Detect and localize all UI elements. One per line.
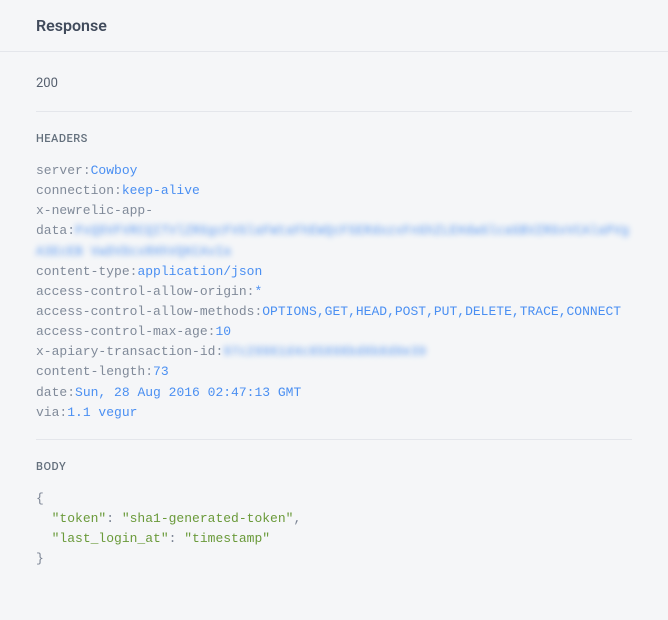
header-key: date [36, 385, 67, 400]
response-title: Response [36, 16, 632, 35]
response-body: { "token": "sha1-generated-token", "last… [36, 489, 632, 570]
headers-list: server:Cowboy connection:keep-alive x-ne… [36, 161, 632, 440]
header-value: OPTIONS,GET,HEAD,POST,PUT,DELETE,TRACE,C… [262, 304, 621, 319]
body-value: "sha1-generated-token" [122, 511, 294, 526]
status-code: 200 [36, 76, 632, 112]
response-content: 200 HEADERS server:Cowboy connection:kee… [0, 52, 668, 609]
header-key: server [36, 163, 83, 178]
header-key: connection [36, 183, 114, 198]
header-key: x-newrelic-app- [36, 203, 153, 218]
response-header: Response [0, 0, 668, 52]
header-key: access-control-max-age [36, 324, 208, 339]
header-key: data [36, 223, 67, 238]
header-row: x-apiary-transaction-id:97c29961d4c85898… [36, 342, 632, 362]
header-value-redacted: 97c29961d4c85898bd0b8d0e39 [223, 344, 426, 359]
header-row: content-length:73 [36, 362, 632, 382]
headers-section-label: HEADERS [36, 132, 632, 145]
header-value: Cowboy [91, 163, 138, 178]
header-value: 1.1 vegur [67, 405, 137, 420]
header-row: data:PxQDVFVRCQITVlZRGgcFVGlaFWtaFhEWQcF… [36, 221, 632, 261]
header-key: x-apiary-transaction-id [36, 344, 215, 359]
header-value: 73 [153, 364, 169, 379]
body-key: "token" [52, 511, 107, 526]
header-row: date:Sun, 28 Aug 2016 02:47:13 GMT [36, 383, 632, 403]
header-row: connection:keep-alive [36, 181, 632, 201]
header-row: access-control-max-age:10 [36, 322, 632, 342]
header-row: content-type:application/json [36, 262, 632, 282]
header-value: Sun, 28 Aug 2016 02:47:13 GMT [75, 385, 301, 400]
header-key: via [36, 405, 59, 420]
body-value: "timestamp" [184, 531, 270, 546]
header-row: access-control-allow-methods:OPTIONS,GET… [36, 302, 632, 322]
header-value: * [254, 284, 262, 299]
header-value: keep-alive [122, 183, 200, 198]
header-key: content-length [36, 364, 145, 379]
header-row: via:1.1 vegur [36, 403, 632, 423]
header-key: access-control-allow-methods [36, 304, 254, 319]
header-row: access-control-allow-origin:* [36, 282, 632, 302]
header-row: server:Cowboy [36, 161, 632, 181]
header-value-redacted: PxQDVFVRCQITVlZRGgcFVGlaFWtaFhEWQcF5ERdo… [36, 223, 629, 258]
header-row: x-newrelic-app- [36, 201, 632, 221]
header-value: application/json [137, 264, 262, 279]
header-value: 10 [215, 324, 231, 339]
header-key: access-control-allow-origin [36, 284, 247, 299]
header-key: content-type [36, 264, 130, 279]
body-section-label: BODY [36, 460, 632, 473]
body-key: "last_login_at" [52, 531, 169, 546]
